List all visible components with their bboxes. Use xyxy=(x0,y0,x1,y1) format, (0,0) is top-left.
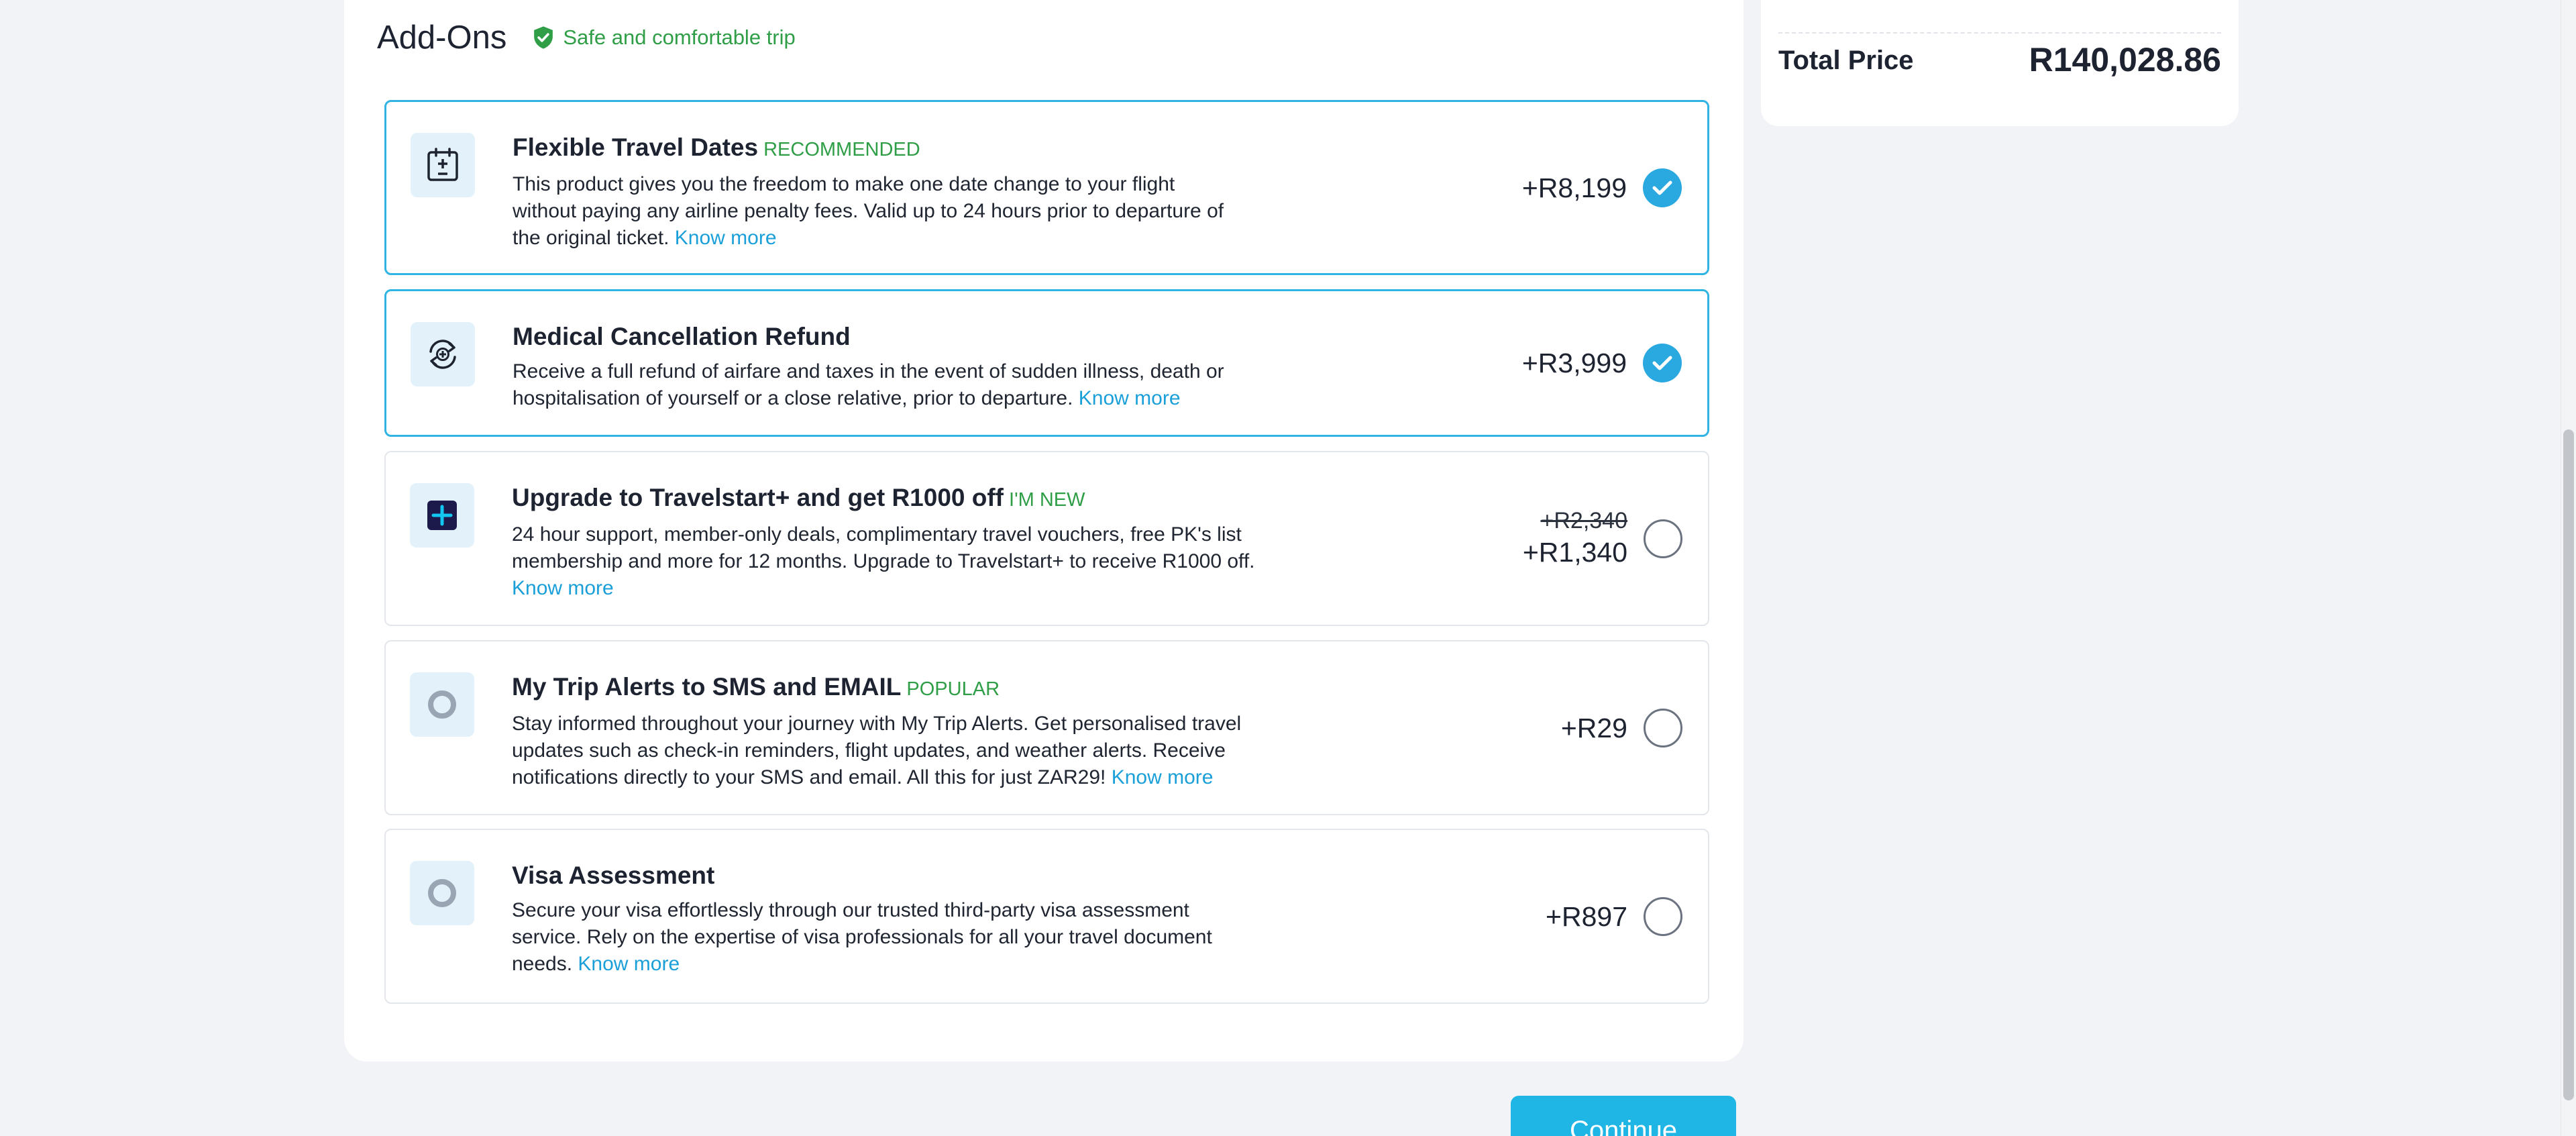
addon-travelstart-plus[interactable]: Upgrade to Travelstart+ and get R1000 of… xyxy=(384,451,1709,626)
addon-old-price: +R2,340 xyxy=(1540,507,1628,533)
addon-description-text: This product gives you the freedom to ma… xyxy=(513,173,1224,249)
ring-icon xyxy=(410,861,474,925)
addon-text: Visa Assessment Secure your visa effortl… xyxy=(512,858,1243,978)
addon-description: Stay informed throughout your journey wi… xyxy=(512,711,1263,791)
addon-checkbox-unchecked[interactable] xyxy=(1644,708,1682,747)
addon-price: +R3,999 xyxy=(1521,348,1627,378)
addon-price-block: +R2,340 +R1,340 xyxy=(1523,507,1627,570)
addon-text: Medical Cancellation Refund Receive a fu… xyxy=(513,319,1244,412)
addon-tag: RECOMMENDED xyxy=(763,139,920,160)
continue-button[interactable]: Continue xyxy=(1511,1096,1736,1136)
addon-description-text: 24 hour support, member-only deals, comp… xyxy=(512,523,1255,572)
addons-title: Add-Ons xyxy=(377,19,507,56)
total-price-value: R140,028.86 xyxy=(2029,41,2221,79)
addon-price-block: +R897 xyxy=(1546,898,1627,935)
addon-checkbox-unchecked[interactable] xyxy=(1644,896,1682,936)
total-price-label: Total Price xyxy=(1778,46,1914,75)
continue-button-label: Continue xyxy=(1569,1116,1678,1136)
addon-description: This product gives you the freedom to ma… xyxy=(513,171,1244,252)
scrollbar-track[interactable] xyxy=(2561,0,2576,1136)
addon-price: +R29 xyxy=(1560,712,1627,743)
addon-price: +R897 xyxy=(1546,900,1627,932)
addon-tag: POPULAR xyxy=(906,678,1000,700)
price-summary-card: Total Price R140,028.86 xyxy=(1761,0,2239,126)
addon-price: +R1,340 xyxy=(1522,536,1627,568)
addon-description: Secure your visa effortlessly through ou… xyxy=(512,897,1243,978)
addons-header: Add-Ons Safe and comfortable trip xyxy=(377,19,796,56)
addon-title: Flexible Travel Dates RECOMMENDED xyxy=(513,130,1244,167)
addon-title: Visa Assessment xyxy=(512,858,1243,893)
addon-price-block: +R29 xyxy=(1561,710,1627,746)
addon-visa-assessment[interactable]: Visa Assessment Secure your visa effortl… xyxy=(384,829,1709,1004)
addon-flexible-travel-dates[interactable]: Flexible Travel Dates RECOMMENDED This pr… xyxy=(384,100,1709,275)
safe-badge-label: Safe and comfortable trip xyxy=(563,25,796,49)
check-icon xyxy=(1652,356,1672,370)
check-icon xyxy=(1652,180,1672,195)
addon-price-block: +R3,999 xyxy=(1522,345,1627,381)
medical-refresh-icon xyxy=(411,322,475,386)
scrollbar-thumb[interactable] xyxy=(2563,429,2574,1100)
summary-divider xyxy=(1778,32,2221,34)
addon-title-text: My Trip Alerts to SMS and EMAIL xyxy=(512,673,902,701)
addon-checkbox-unchecked[interactable] xyxy=(1644,519,1682,558)
addon-description: 24 hour support, member-only deals, comp… xyxy=(512,521,1263,602)
addon-text: Upgrade to Travelstart+ and get R1000 of… xyxy=(512,480,1263,602)
safe-badge: Safe and comfortable trip xyxy=(532,25,796,50)
addon-title-text: Upgrade to Travelstart+ and get R1000 of… xyxy=(512,484,1004,511)
addon-title: My Trip Alerts to SMS and EMAIL POPULAR xyxy=(512,670,1263,707)
addon-price-block: +R8,199 xyxy=(1522,170,1627,206)
addon-title-text: Medical Cancellation Refund xyxy=(513,323,851,350)
addon-checkbox-checked[interactable] xyxy=(1643,344,1682,382)
addon-title: Medical Cancellation Refund xyxy=(513,319,1244,354)
know-more-link[interactable]: Know more xyxy=(1112,766,1214,788)
addon-description: Receive a full refund of airfare and tax… xyxy=(513,358,1244,412)
know-more-link[interactable]: Know more xyxy=(578,953,680,975)
addon-price: +R8,199 xyxy=(1521,172,1627,203)
addon-title-text: Flexible Travel Dates xyxy=(513,134,759,161)
travelstart-plus-icon xyxy=(410,483,474,548)
shield-check-icon xyxy=(534,26,553,49)
calendar-plus-minus-icon xyxy=(411,133,475,197)
addon-checkbox-checked[interactable] xyxy=(1643,168,1682,207)
ring-icon xyxy=(410,672,474,737)
addon-text: My Trip Alerts to SMS and EMAIL POPULAR S… xyxy=(512,670,1263,791)
addon-medical-cancellation-refund[interactable]: Medical Cancellation Refund Receive a fu… xyxy=(384,289,1709,437)
addon-title: Upgrade to Travelstart+ and get R1000 of… xyxy=(512,480,1263,517)
addon-text: Flexible Travel Dates RECOMMENDED This pr… xyxy=(513,130,1244,252)
addon-title-text: Visa Assessment xyxy=(512,862,715,889)
know-more-link[interactable]: Know more xyxy=(675,227,777,249)
know-more-link[interactable]: Know more xyxy=(512,577,614,599)
page: Add-Ons Safe and comfortable trip Flexib… xyxy=(0,0,2576,1136)
addon-tag: I'M NEW xyxy=(1009,489,1085,511)
know-more-link[interactable]: Know more xyxy=(1079,387,1181,409)
addon-my-trip-alerts[interactable]: My Trip Alerts to SMS and EMAIL POPULAR S… xyxy=(384,640,1709,815)
